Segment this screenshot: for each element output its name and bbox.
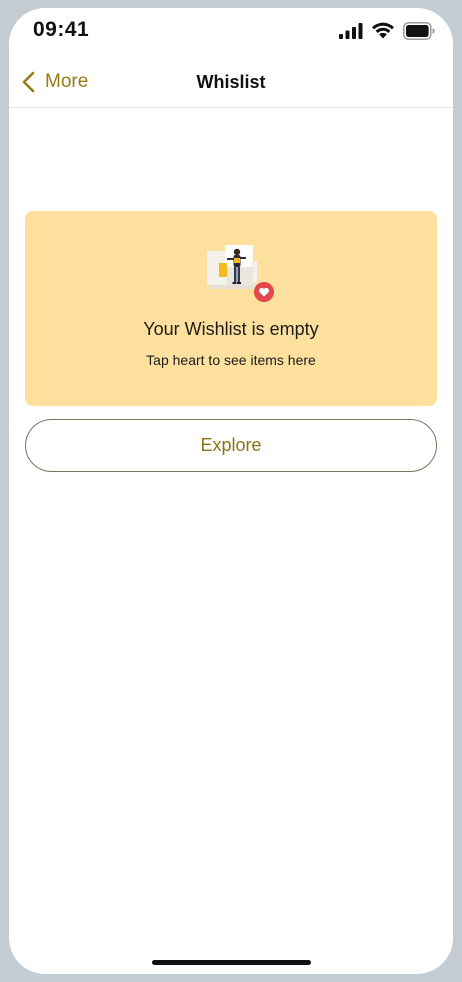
home-indicator [152,960,311,965]
page-title: Whislist [196,72,266,92]
cellular-signal-icon [339,23,363,39]
status-time: 09:41 [33,18,90,41]
screen: 09:41 More Whislist Your Wishlist is emp… [9,8,453,974]
battery-icon [403,22,435,40]
explore-button[interactable]: Explore [25,419,437,472]
navigation-bar: More Whislist [9,54,453,108]
wifi-icon [372,22,394,39]
heart-icon [254,282,274,302]
empty-wishlist-card: Your Wishlist is empty Tap heart to see … [25,211,437,406]
empty-state-subtitle: Tap heart to see items here [146,352,316,368]
device-frame: 09:41 More Whislist Your Wishlist is emp… [0,0,462,982]
explore-label: Explore [200,435,262,455]
status-bar: 09:41 [9,8,453,54]
empty-state-title: Your Wishlist is empty [143,319,319,339]
